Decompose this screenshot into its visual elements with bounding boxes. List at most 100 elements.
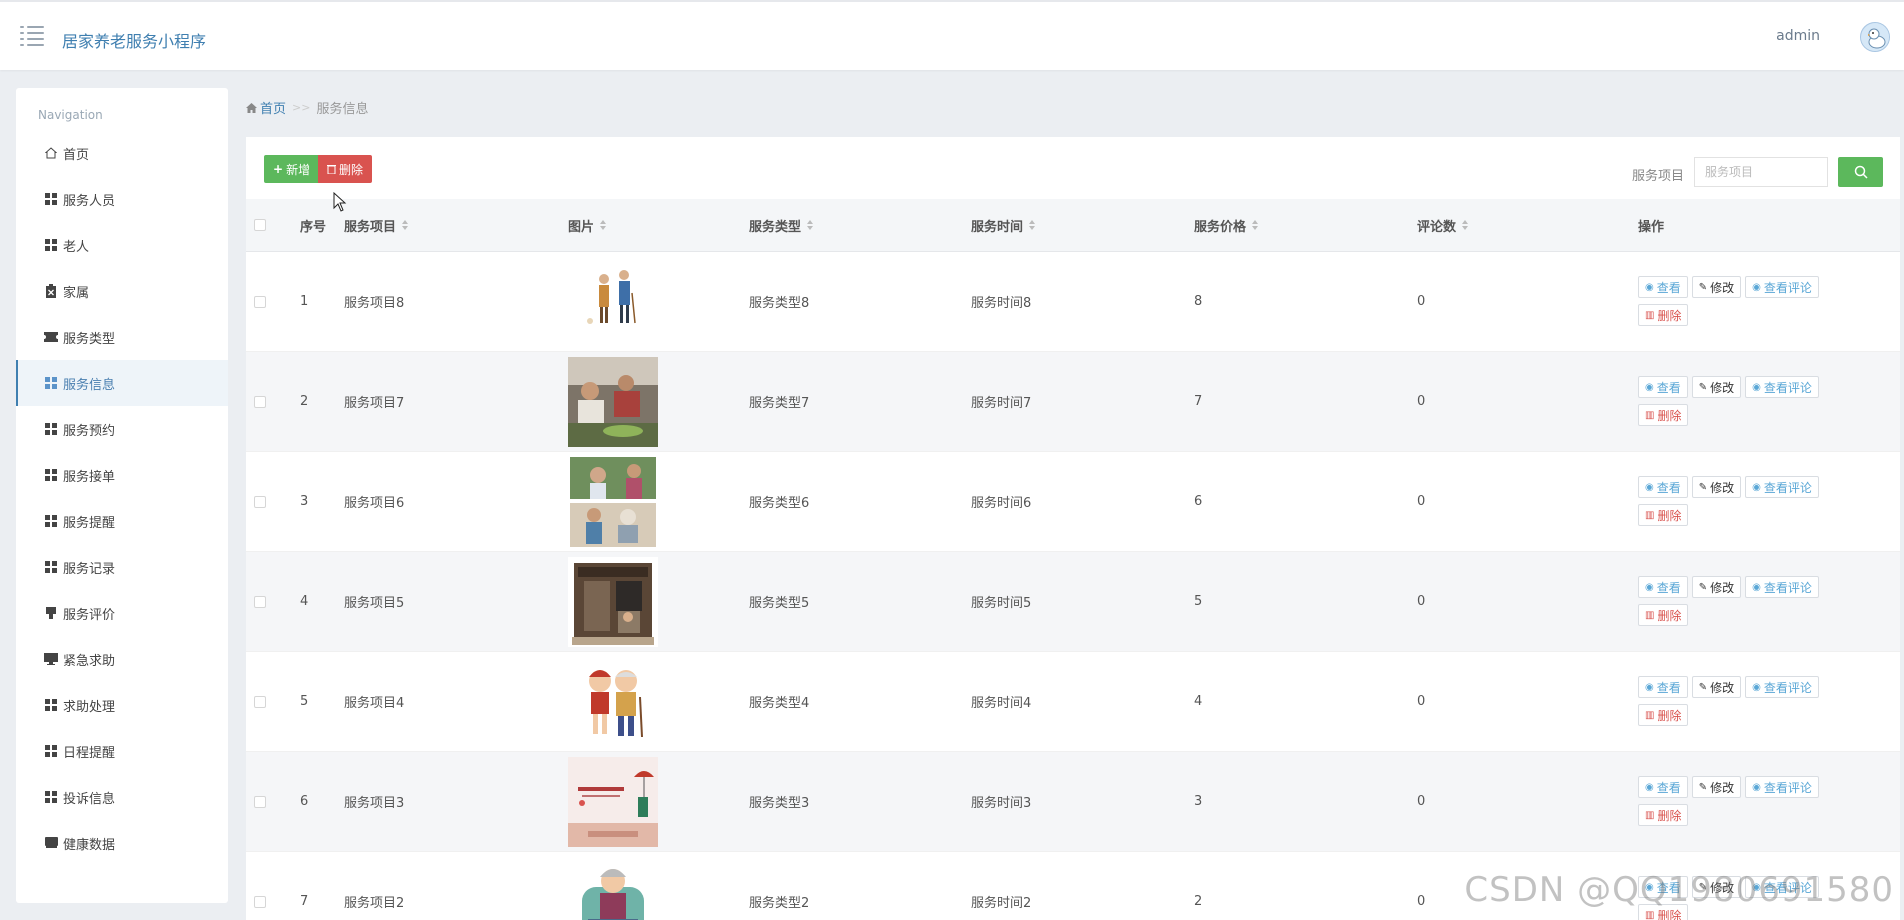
edit-icon: ✎ [1698, 281, 1708, 293]
sort-icon[interactable] [1252, 220, 1259, 230]
breadcrumb-home-link[interactable]: 首页 [260, 98, 286, 117]
view-button[interactable]: ◉ 查看 [1638, 876, 1688, 898]
service-image[interactable] [568, 756, 658, 847]
search-input[interactable] [1694, 157, 1828, 187]
service-image[interactable] [568, 856, 658, 920]
col-actions: 操作 [1638, 219, 1665, 235]
sidebar-item[interactable]: 日程提醒 [16, 728, 228, 774]
service-image[interactable] [568, 456, 658, 547]
edit-button[interactable]: ✎ 修改 [1691, 276, 1742, 298]
table-row: 7 服务项目2 服务类型2 服务时间2 2 0 ◉ 查看 ✎ 修改 ◉ 查看评论 ▥ 删除 [246, 852, 1900, 920]
view-comments-button[interactable]: ◉ 查看评论 [1745, 476, 1819, 498]
table-row: 1 服务项目8 服务类型8 服务时间8 8 0 ◉ 查看 ✎ 修改 ◉ 查看评论 ▥ 删除 [246, 252, 1900, 352]
view-button[interactable]: ◉ 查看 [1638, 776, 1688, 798]
view-comments-button[interactable]: ◉ 查看评论 [1745, 676, 1819, 698]
row-checkbox[interactable] [254, 495, 266, 508]
sidebar-item[interactable]: 服务信息 [16, 360, 228, 406]
service-image[interactable] [568, 656, 658, 747]
sidebar-item[interactable]: 服务记录 [16, 544, 228, 590]
sidebar-item[interactable]: 服务人员 [16, 176, 228, 222]
sort-icon[interactable] [402, 220, 409, 230]
app-title: 居家养老服务小程序 [62, 32, 207, 51]
sidebar-item[interactable]: 紧急求助 [16, 636, 228, 682]
grid-icon [44, 560, 58, 574]
view-button[interactable]: ◉ 查看 [1638, 676, 1688, 698]
service-image[interactable] [568, 356, 658, 447]
select-all-checkbox[interactable] [254, 219, 266, 231]
menu-toggle-icon[interactable] [20, 26, 44, 46]
user-name[interactable]: admin [1776, 28, 1820, 44]
view-button[interactable]: ◉ 查看 [1638, 476, 1688, 498]
sort-icon[interactable] [1029, 220, 1036, 230]
row-checkbox[interactable] [254, 795, 266, 808]
service-image[interactable] [568, 556, 658, 647]
sidebar-item-label: 求助处理 [63, 699, 116, 715]
sort-icon[interactable] [1462, 220, 1469, 230]
search-button[interactable] [1838, 157, 1883, 187]
edit-button[interactable]: ✎ 修改 [1691, 676, 1742, 698]
view-button[interactable]: ◉ 查看 [1638, 576, 1688, 598]
eye-icon: ◉ [1645, 681, 1654, 693]
edit-button[interactable]: ✎ 修改 [1691, 576, 1742, 598]
delete-button[interactable]: ▥ 删除 [1638, 604, 1689, 626]
sidebar-item[interactable]: 服务提醒 [16, 498, 228, 544]
cell-type: 服务类型8 [749, 296, 810, 311]
cell-index: 4 [300, 594, 309, 609]
table-row: 2 服务项目7 服务类型7 服务时间7 7 0 ◉ 查看 ✎ 修改 ◉ 查看评论 ▥ 删除 [246, 352, 1900, 452]
sidebar-item[interactable]: 服务预约 [16, 406, 228, 452]
col-item[interactable]: 服务项目 [344, 199, 409, 251]
delete-button[interactable]: ▥ 删除 [1638, 804, 1689, 826]
row-checkbox[interactable] [254, 895, 266, 908]
sidebar-item[interactable]: 老人 [16, 222, 228, 268]
view-comments-button[interactable]: ◉ 查看评论 [1745, 776, 1819, 798]
view-comments-button[interactable]: ◉ 查看评论 [1745, 376, 1819, 398]
cell-type: 服务类型2 [749, 896, 810, 911]
col-price[interactable]: 服务价格 [1194, 199, 1259, 251]
view-comments-button[interactable]: ◉ 查看评论 [1745, 876, 1819, 898]
cell-type: 服务类型5 [749, 596, 810, 611]
sidebar-item[interactable]: 求助处理 [16, 682, 228, 728]
edit-button[interactable]: ✎ 修改 [1691, 476, 1742, 498]
view-button[interactable]: ◉ 查看 [1638, 276, 1688, 298]
sort-icon[interactable] [600, 220, 607, 230]
sidebar-item[interactable]: 首页 [16, 130, 228, 176]
edit-icon: ✎ [1698, 781, 1708, 793]
view-comments-button[interactable]: ◉ 查看评论 [1745, 576, 1819, 598]
sidebar-item[interactable]: 投诉信息 [16, 774, 228, 820]
delete-button[interactable]: ▥ 删除 [1638, 304, 1689, 326]
sidebar-item-label: 服务信息 [63, 377, 116, 393]
sidebar-item[interactable]: 服务类型 [16, 314, 228, 360]
col-comments[interactable]: 评论数 [1417, 199, 1469, 251]
view-button[interactable]: ◉ 查看 [1638, 376, 1688, 398]
sidebar-item[interactable]: 服务接单 [16, 452, 228, 498]
col-type[interactable]: 服务类型 [749, 199, 814, 251]
delete-button[interactable]: ▥ 删除 [1638, 904, 1689, 920]
row-checkbox[interactable] [254, 295, 266, 308]
row-checkbox[interactable] [254, 595, 266, 608]
view-comments-button[interactable]: ◉ 查看评论 [1745, 276, 1819, 298]
delete-button[interactable]: ▥ 删除 [1638, 504, 1689, 526]
sidebar-item[interactable]: 服务评价 [16, 590, 228, 636]
edit-button[interactable]: ✎ 修改 [1691, 376, 1742, 398]
col-image[interactable]: 图片 [568, 199, 607, 251]
sidebar-item-label: 健康数据 [63, 837, 116, 853]
edit-button[interactable]: ✎ 修改 [1691, 876, 1742, 898]
add-button[interactable]: + 新增 [264, 155, 320, 183]
sidebar-item-label: 首页 [63, 147, 90, 163]
col-time[interactable]: 服务时间 [971, 199, 1036, 251]
sidebar-item[interactable]: 健康数据 [16, 820, 228, 866]
table-row: 3 服务项目6 服务类型6 服务时间6 6 0 ◉ 查看 ✎ 修改 ◉ 查看评论 ▥ 删除 [246, 452, 1900, 552]
user-avatar[interactable] [1860, 22, 1890, 52]
batch-delete-button[interactable]: 删除 [318, 155, 373, 183]
grid-icon [44, 790, 58, 804]
service-image[interactable] [568, 256, 658, 347]
row-actions: ◉ 查看 ✎ 修改 ◉ 查看评论 ▥ 删除 [1638, 376, 1868, 426]
row-checkbox[interactable] [254, 395, 266, 408]
row-checkbox[interactable] [254, 695, 266, 708]
data-table: 序号 服务项目 图片 服务类型 服务时间 服务价格 评论数 操作 1 服务项目8 服… [246, 199, 1900, 920]
sort-icon[interactable] [807, 220, 814, 230]
delete-button[interactable]: ▥ 删除 [1638, 404, 1689, 426]
edit-button[interactable]: ✎ 修改 [1691, 776, 1742, 798]
delete-button[interactable]: ▥ 删除 [1638, 704, 1689, 726]
sidebar-item[interactable]: 家属 [16, 268, 228, 314]
